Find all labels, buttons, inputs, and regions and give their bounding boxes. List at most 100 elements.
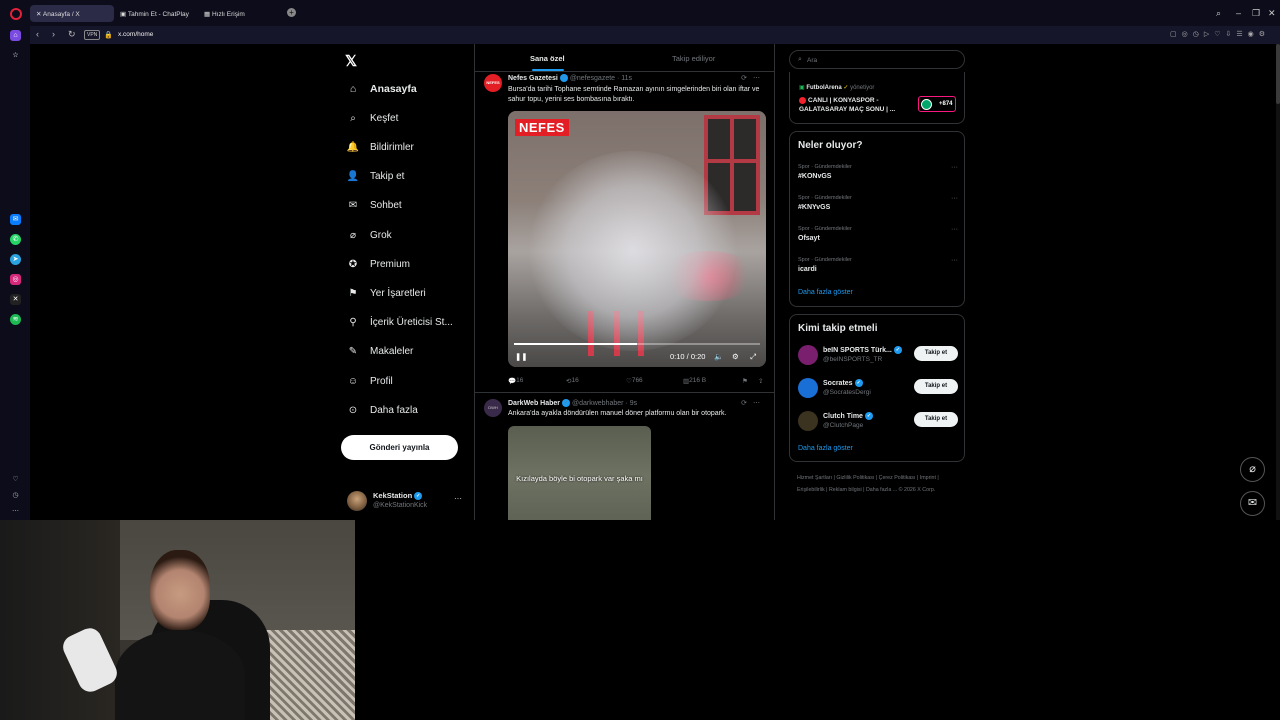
nav-item-9[interactable]: ✎ Makaleler [345, 342, 414, 362]
reply-button[interactable]: 💬 16 [508, 377, 523, 385]
avatar [347, 491, 367, 511]
whatsapp-icon[interactable]: ✆ [10, 234, 21, 245]
avatar[interactable] [798, 411, 818, 431]
instagram-icon[interactable]: ◎ [10, 274, 21, 285]
nav-item-11[interactable]: ⊙ Daha fazla [345, 400, 418, 420]
x-logo-icon[interactable]: 𝕏 [345, 52, 357, 70]
trend-more-icon[interactable]: ··· [951, 195, 958, 202]
trend-more-icon[interactable]: ··· [951, 226, 958, 233]
nav-item-7[interactable]: ⚑ Yer İşaretleri [345, 283, 426, 303]
trends-show-more[interactable]: Daha fazla göster [798, 289, 853, 296]
tab-for-you[interactable]: Sana özel [530, 54, 565, 63]
search-input[interactable] [807, 54, 957, 66]
tweet-avatar[interactable]: NEFES [484, 74, 502, 92]
url-field[interactable]: x.com/home [118, 31, 153, 38]
follow-button[interactable]: Takip et [914, 346, 958, 361]
close-icon[interactable]: ✕ [1268, 8, 1276, 19]
nav-item-3[interactable]: 👤 Takip et [345, 167, 405, 187]
verified-icon: ✓ [893, 346, 902, 354]
new-tab-button[interactable]: + [287, 8, 296, 17]
trend-item[interactable]: Spor · Gündemdekiler Ofsayt ··· [798, 226, 958, 242]
nav-item-1[interactable]: ⌕ Keşfet [345, 108, 398, 128]
settings-icon[interactable]: ⚙ [732, 352, 739, 361]
history-icon[interactable]: ◷ [10, 490, 21, 501]
tab-hizli-erisim[interactable]: ▦ Hızlı Erişim [198, 5, 282, 22]
who-to-follow-item[interactable]: beIN SPORTS Türk... ✓ @beINSPORTS_TR Takip … [798, 344, 958, 368]
trend-item[interactable]: Spor · Gündemdekiler #KONvGS ··· [798, 164, 958, 180]
bookmark-icon[interactable]: ⚑ [742, 377, 748, 385]
tweet[interactable]: DWH DarkWeb Haber ✓ @darkwebhaber · 9s ⟳⋯ … [475, 399, 774, 520]
repost-button[interactable]: ⟲ 16 [566, 377, 579, 385]
vpn-badge[interactable]: VPN [84, 30, 101, 40]
trend-more-icon[interactable]: ··· [951, 164, 958, 171]
avatar[interactable] [798, 378, 818, 398]
messages-fab-icon[interactable]: ✉ [1240, 491, 1265, 516]
speed-dial-icon[interactable]: ☆ [10, 50, 21, 61]
nav-item-8[interactable]: ⚲ İçerik Üreticisi St... [345, 313, 452, 333]
tweet[interactable]: NEFES Nefes Gazetesi ✓ @nefesgazete · 11s … [475, 72, 774, 392]
tab-following[interactable]: Takip ediliyor [672, 54, 715, 63]
nav-item-0[interactable]: ⌂ Anasayfa [345, 79, 417, 99]
nav-item-5[interactable]: ⌀ Grok [345, 225, 392, 245]
spotify-icon[interactable]: ≋ [10, 314, 21, 325]
trend-item[interactable]: Spor · Gündemdekiler #KNYvGS ··· [798, 195, 958, 211]
nav-item-4[interactable]: ✉ Sohbet [345, 196, 402, 216]
more-icon[interactable]: ··· [454, 494, 462, 503]
video-progress-fill [514, 343, 637, 345]
fullscreen-icon[interactable]: ⤢ [750, 352, 756, 362]
pause-icon[interactable]: ❚❚ [515, 352, 528, 361]
volume-icon[interactable]: 🔈 [714, 352, 723, 361]
maximize-icon[interactable]: ❐ [1252, 8, 1260, 19]
grok-fab-icon[interactable]: ⌀ [1240, 457, 1265, 482]
account-switcher[interactable]: KekStation ✓ @KekStationKick ··· [345, 489, 465, 515]
trends-title: Neler oluyor? [798, 140, 863, 151]
who-to-follow-item[interactable]: Clutch Time ✓ @ClutchPage Takip et [798, 410, 958, 434]
post-button[interactable]: Gönderi yayınla [341, 435, 458, 460]
tab-chatplay[interactable]: ▣ Tahmin Et - ChatPlay [114, 5, 198, 22]
trend-name: Ofsayt [798, 235, 820, 242]
heart-icon[interactable]: ♡ [10, 474, 21, 485]
x-sidebar-icon[interactable]: ✕ [10, 294, 21, 305]
tab-anasayfa[interactable]: ✕ Anasayfa / X [30, 5, 114, 22]
search-box[interactable]: ⌕ [789, 50, 965, 69]
trend-item[interactable]: Spor · Gündemdekiler icardi ··· [798, 257, 958, 273]
views-button[interactable]: ▥ 216 B [683, 377, 706, 385]
live-space-card[interactable]: ▣ FutbolArena ✓ yönetiyor CANLI | KONYAS… [789, 72, 965, 124]
tweet-tools[interactable]: ⟳⋯ [741, 74, 766, 82]
reload-icon[interactable]: ↻ [68, 29, 76, 40]
tweet-image[interactable]: Kızılayda böyle bi otopark var şaka mı [508, 426, 651, 520]
nav-item-10[interactable]: ☺ Profil [345, 371, 393, 391]
share-icon[interactable]: ⇪ [758, 377, 763, 385]
back-icon[interactable]: ‹ [36, 29, 39, 39]
follow-button[interactable]: Takip et [914, 379, 958, 394]
like-button[interactable]: ♡ 766 [626, 377, 643, 385]
video-progress[interactable] [514, 343, 760, 345]
live-title: CANLI | KONYASPOR - GALATASARAY MAÇ SONU… [799, 96, 896, 113]
nav-item-6[interactable]: ✪ Premium [345, 254, 410, 274]
tweet-tools[interactable]: ⟳⋯ [741, 399, 766, 407]
scrollbar[interactable] [1276, 44, 1280, 520]
tab-search-icon[interactable]: ⌕ [1216, 8, 1221, 19]
profile-name: KekStation ✓ [373, 491, 423, 501]
divider [475, 392, 774, 393]
address-bar-tools[interactable]: ▢◎◷▷♡⇩☰◉⚙ [1170, 30, 1270, 38]
tweet-video[interactable]: NEFES ❚❚ 0:10 / 0:20 🔈 ⚙ ⤢ [508, 111, 766, 367]
avatar[interactable] [798, 345, 818, 365]
bell-icon: 🔔 [346, 141, 360, 153]
tab-bar: ✕ Anasayfa / X ▣ Tahmin Et - ChatPlay ▦ … [0, 0, 1280, 26]
forward-icon[interactable]: › [52, 29, 55, 39]
home-sidebar-icon[interactable]: ⌂ [10, 30, 21, 41]
opera-logo-icon[interactable] [10, 8, 22, 20]
nav-item-2[interactable]: 🔔 Bildirimler [345, 137, 414, 157]
trend-more-icon[interactable]: ··· [951, 257, 958, 264]
trend-category: Spor · Gündemdekiler [798, 257, 852, 263]
who-show-more[interactable]: Daha fazla göster [798, 445, 853, 452]
tweet-avatar[interactable]: DWH [484, 399, 502, 417]
who-to-follow-item[interactable]: Socrates ✓ @SocratesDergi Takip et [798, 377, 958, 401]
minimize-icon[interactable]: – [1236, 8, 1241, 18]
more-sidebar-icon[interactable]: ⋯ [10, 506, 21, 517]
messenger-icon[interactable]: ✉ [10, 214, 21, 225]
follow-button[interactable]: Takip et [914, 412, 958, 427]
footer-links[interactable]: Hizmet Şartları | Gizlilik Politikası | … [797, 472, 962, 496]
telegram-icon[interactable]: ➤ [10, 254, 21, 265]
